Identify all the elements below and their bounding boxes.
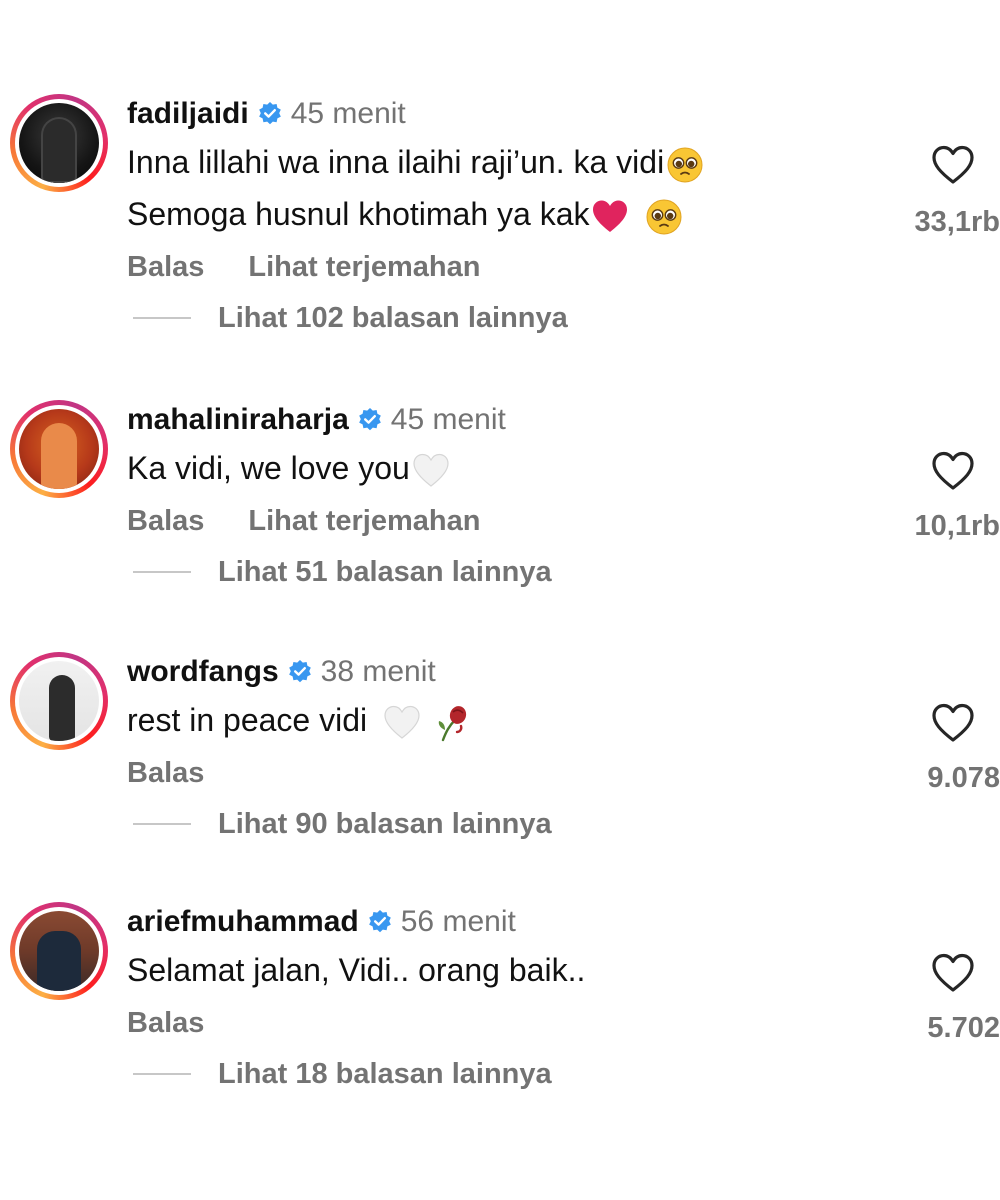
view-more-replies[interactable]: Lihat 90 balasan lainnya	[127, 804, 887, 844]
avatar-gap	[15, 907, 103, 995]
reply-button[interactable]: Balas	[127, 752, 204, 794]
avatar-gap	[15, 405, 103, 493]
comment-actions: Balas	[127, 1002, 887, 1044]
avatar-gap	[15, 657, 103, 745]
avatar-photo	[41, 423, 77, 489]
comment-body: fadiljaidi 45 menit Inna lillahi wa inna…	[127, 92, 887, 338]
like-count: 10,1rb	[914, 510, 1000, 542]
reply-button[interactable]: Balas	[127, 500, 204, 542]
comment-actions: Balas Lihat terjemahan	[127, 500, 887, 542]
verified-badge-icon	[287, 659, 313, 685]
like-count: 33,1rb	[914, 206, 1000, 238]
avatar-story-ring[interactable]	[10, 400, 108, 498]
avatar-story-ring[interactable]	[10, 652, 108, 750]
white-heart-icon	[383, 704, 421, 742]
red-heart-icon	[591, 198, 629, 236]
avatar-gap	[15, 99, 103, 187]
like-count: 5.702	[927, 1012, 1000, 1044]
view-more-replies[interactable]: Lihat 102 balasan lainnya	[127, 298, 887, 338]
white-heart-icon	[412, 452, 450, 490]
comment-text: rest in peace vidi	[127, 702, 368, 738]
avatar[interactable]	[19, 409, 99, 489]
comment-header: ariefmuhammad 56 menit	[127, 900, 887, 944]
comment-time: 56 menit	[400, 905, 516, 938]
comment-text: Inna lillahi wa inna ilaihi raji’un. ka …	[127, 144, 665, 180]
comment-body: wordfangs 38 menit rest in peace vidi Ba…	[127, 650, 887, 844]
comment-header: fadiljaidi 45 menit	[127, 92, 887, 136]
view-more-replies-label[interactable]: Lihat 18 balasan lainnya	[218, 1058, 552, 1091]
avatar-photo	[41, 117, 77, 183]
avatar-photo	[49, 675, 75, 741]
username[interactable]: mahaliniraharja	[127, 398, 349, 442]
avatar[interactable]	[19, 911, 99, 991]
wilted-rose-icon	[433, 704, 471, 742]
verified-badge-icon	[257, 101, 283, 127]
comment-text-line: Inna lillahi wa inna ilaihi raji’un. ka …	[127, 136, 887, 188]
reply-button[interactable]: Balas	[127, 1002, 204, 1044]
comment-text: Selamat jalan, Vidi.. orang baik..	[127, 952, 586, 988]
divider	[133, 317, 191, 319]
view-more-replies-label[interactable]: Lihat 90 balasan lainnya	[218, 808, 552, 841]
view-more-replies-label[interactable]: Lihat 51 balasan lainnya	[218, 556, 552, 589]
comment-time: 38 menit	[320, 655, 436, 688]
comment-time: 45 menit	[390, 403, 506, 436]
comment-text-line: Semoga husnul khotimah ya kak	[127, 188, 887, 240]
comment-actions: Balas	[127, 752, 887, 794]
view-more-replies[interactable]: Lihat 18 balasan lainnya	[127, 1054, 887, 1094]
comment-actions: Balas Lihat terjemahan	[127, 246, 887, 288]
pleading-face-icon	[645, 198, 683, 236]
verified-badge-icon	[357, 407, 383, 433]
pleading-face-icon	[666, 146, 704, 184]
reply-button[interactable]: Balas	[127, 246, 204, 288]
username[interactable]: fadiljaidi	[127, 92, 249, 136]
heart-outline-icon[interactable]	[930, 702, 976, 744]
comment-header: wordfangs 38 menit	[127, 650, 887, 694]
see-translation-button[interactable]: Lihat terjemahan	[248, 246, 480, 288]
view-more-replies-label[interactable]: Lihat 102 balasan lainnya	[218, 302, 568, 335]
comment-body: ariefmuhammad 56 menit Selamat jalan, Vi…	[127, 900, 887, 1094]
verified-badge-icon	[367, 909, 393, 935]
divider	[133, 823, 191, 825]
divider	[133, 571, 191, 573]
heart-outline-icon[interactable]	[930, 450, 976, 492]
comment-header: mahaliniraharja 45 menit	[127, 398, 887, 442]
comment-text-line: Ka vidi, we love you	[127, 442, 887, 494]
username[interactable]: ariefmuhammad	[127, 900, 359, 944]
comment-body: mahaliniraharja 45 menit Ka vidi, we lov…	[127, 398, 887, 592]
view-more-replies[interactable]: Lihat 51 balasan lainnya	[127, 552, 887, 592]
see-translation-button[interactable]: Lihat terjemahan	[248, 500, 480, 542]
avatar[interactable]	[19, 103, 99, 183]
comment-text: Ka vidi, we love you	[127, 450, 410, 486]
comment-time: 45 menit	[290, 97, 406, 130]
avatar-photo	[37, 931, 81, 991]
username[interactable]: wordfangs	[127, 650, 279, 694]
heart-outline-icon[interactable]	[930, 144, 976, 186]
comment-text-line: rest in peace vidi	[127, 694, 887, 746]
divider	[133, 1073, 191, 1075]
heart-outline-icon[interactable]	[930, 952, 976, 994]
comment-text-line: Selamat jalan, Vidi.. orang baik..	[127, 944, 887, 996]
avatar[interactable]	[19, 661, 99, 741]
comment-text: Semoga husnul khotimah ya kak	[127, 196, 590, 232]
like-count: 9.078	[927, 762, 1000, 794]
avatar-story-ring[interactable]	[10, 902, 108, 1000]
avatar-story-ring[interactable]	[10, 94, 108, 192]
